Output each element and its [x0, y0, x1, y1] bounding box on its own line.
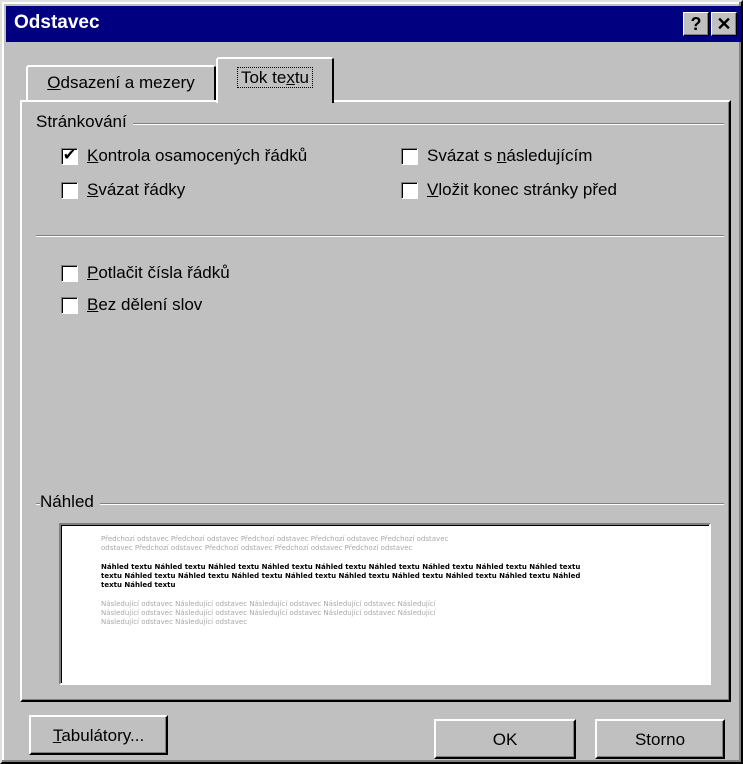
preview-next-line: Následující odstavec Následující odstave…: [101, 609, 436, 617]
keep-with-next-checkbox[interactable]: [401, 147, 418, 165]
preview-divider: [36, 503, 724, 505]
preview-group-label: Náhled: [40, 492, 100, 512]
help-button[interactable]: ?: [683, 12, 709, 36]
pagination-divider: [36, 123, 724, 125]
close-button[interactable]: ✕: [711, 12, 737, 36]
close-icon: ✕: [716, 14, 732, 34]
preview-current-line: Náhled textu Náhled textu Náhled textu N…: [101, 563, 581, 571]
suppress-line-numbers-option[interactable]: Potlačit čísla řádků: [61, 261, 230, 285]
preview-next-line: Následující odstavec Následující odstave…: [101, 600, 436, 608]
paragraph-dialog: Odstavec ? ✕ Odsazení a mezery Tok textu…: [0, 0, 743, 764]
preview-current-line: textu Náhled textu: [101, 581, 176, 589]
check-icon: ✔: [62, 146, 77, 164]
page-break-before-label: Vložit konec stránky před: [427, 180, 617, 199]
no-hyphenation-label: Bez dělení slov: [87, 295, 203, 314]
section-divider: [36, 235, 724, 237]
keep-with-next-label: Svázat s následujícím: [427, 146, 593, 165]
widow-control-option[interactable]: ✔ Kontrola osamocených řádků: [61, 144, 307, 168]
no-hyphenation-option[interactable]: Bez dělení slov: [61, 293, 202, 317]
no-hyphenation-checkbox[interactable]: [61, 296, 78, 314]
suppress-line-numbers-label: Potlačit čísla řádků: [87, 263, 230, 282]
preview-box: Předchozí odstavec Předchozí odstavec Př…: [59, 523, 711, 685]
keep-lines-together-checkbox[interactable]: [61, 181, 78, 199]
cancel-button[interactable]: Storno: [595, 719, 725, 759]
tabs-button[interactable]: Tabulátory...: [29, 715, 168, 755]
keep-lines-together-label: Svázat řádky: [87, 180, 186, 199]
pagination-group-label: Stránkování: [36, 112, 133, 132]
title-bar[interactable]: Odstavec ? ✕: [6, 6, 741, 42]
ok-button[interactable]: OK: [434, 719, 576, 759]
preview-current-line: textu Náhled textu Náhled textu Náhled t…: [101, 572, 581, 580]
keep-lines-together-option[interactable]: Svázat řádky: [61, 178, 185, 202]
dialog-title: Odstavec: [14, 12, 100, 33]
tab-focus-rect: Tok textu: [236, 67, 314, 88]
preview-prev-line: odstavec Předchozí odstavec Předchozí od…: [101, 544, 413, 552]
page-break-before-option[interactable]: Vložit konec stránky před: [401, 178, 617, 202]
widow-control-label: Kontrola osamocených řádků: [87, 146, 308, 165]
preview-next-line: Následující odstavec Následující odstave…: [101, 618, 248, 626]
tab-text-flow[interactable]: Tok textu: [216, 57, 334, 103]
tab-indents-and-spacing[interactable]: Odsazení a mezery: [26, 65, 216, 101]
suppress-line-numbers-checkbox[interactable]: [61, 264, 78, 282]
widow-control-checkbox[interactable]: ✔: [61, 146, 78, 165]
preview-prev-line: Předchozí odstavec Předchozí odstavec Př…: [101, 535, 449, 543]
page-break-before-checkbox[interactable]: [401, 181, 418, 199]
keep-with-next-option[interactable]: Svázat s následujícím: [401, 144, 592, 168]
